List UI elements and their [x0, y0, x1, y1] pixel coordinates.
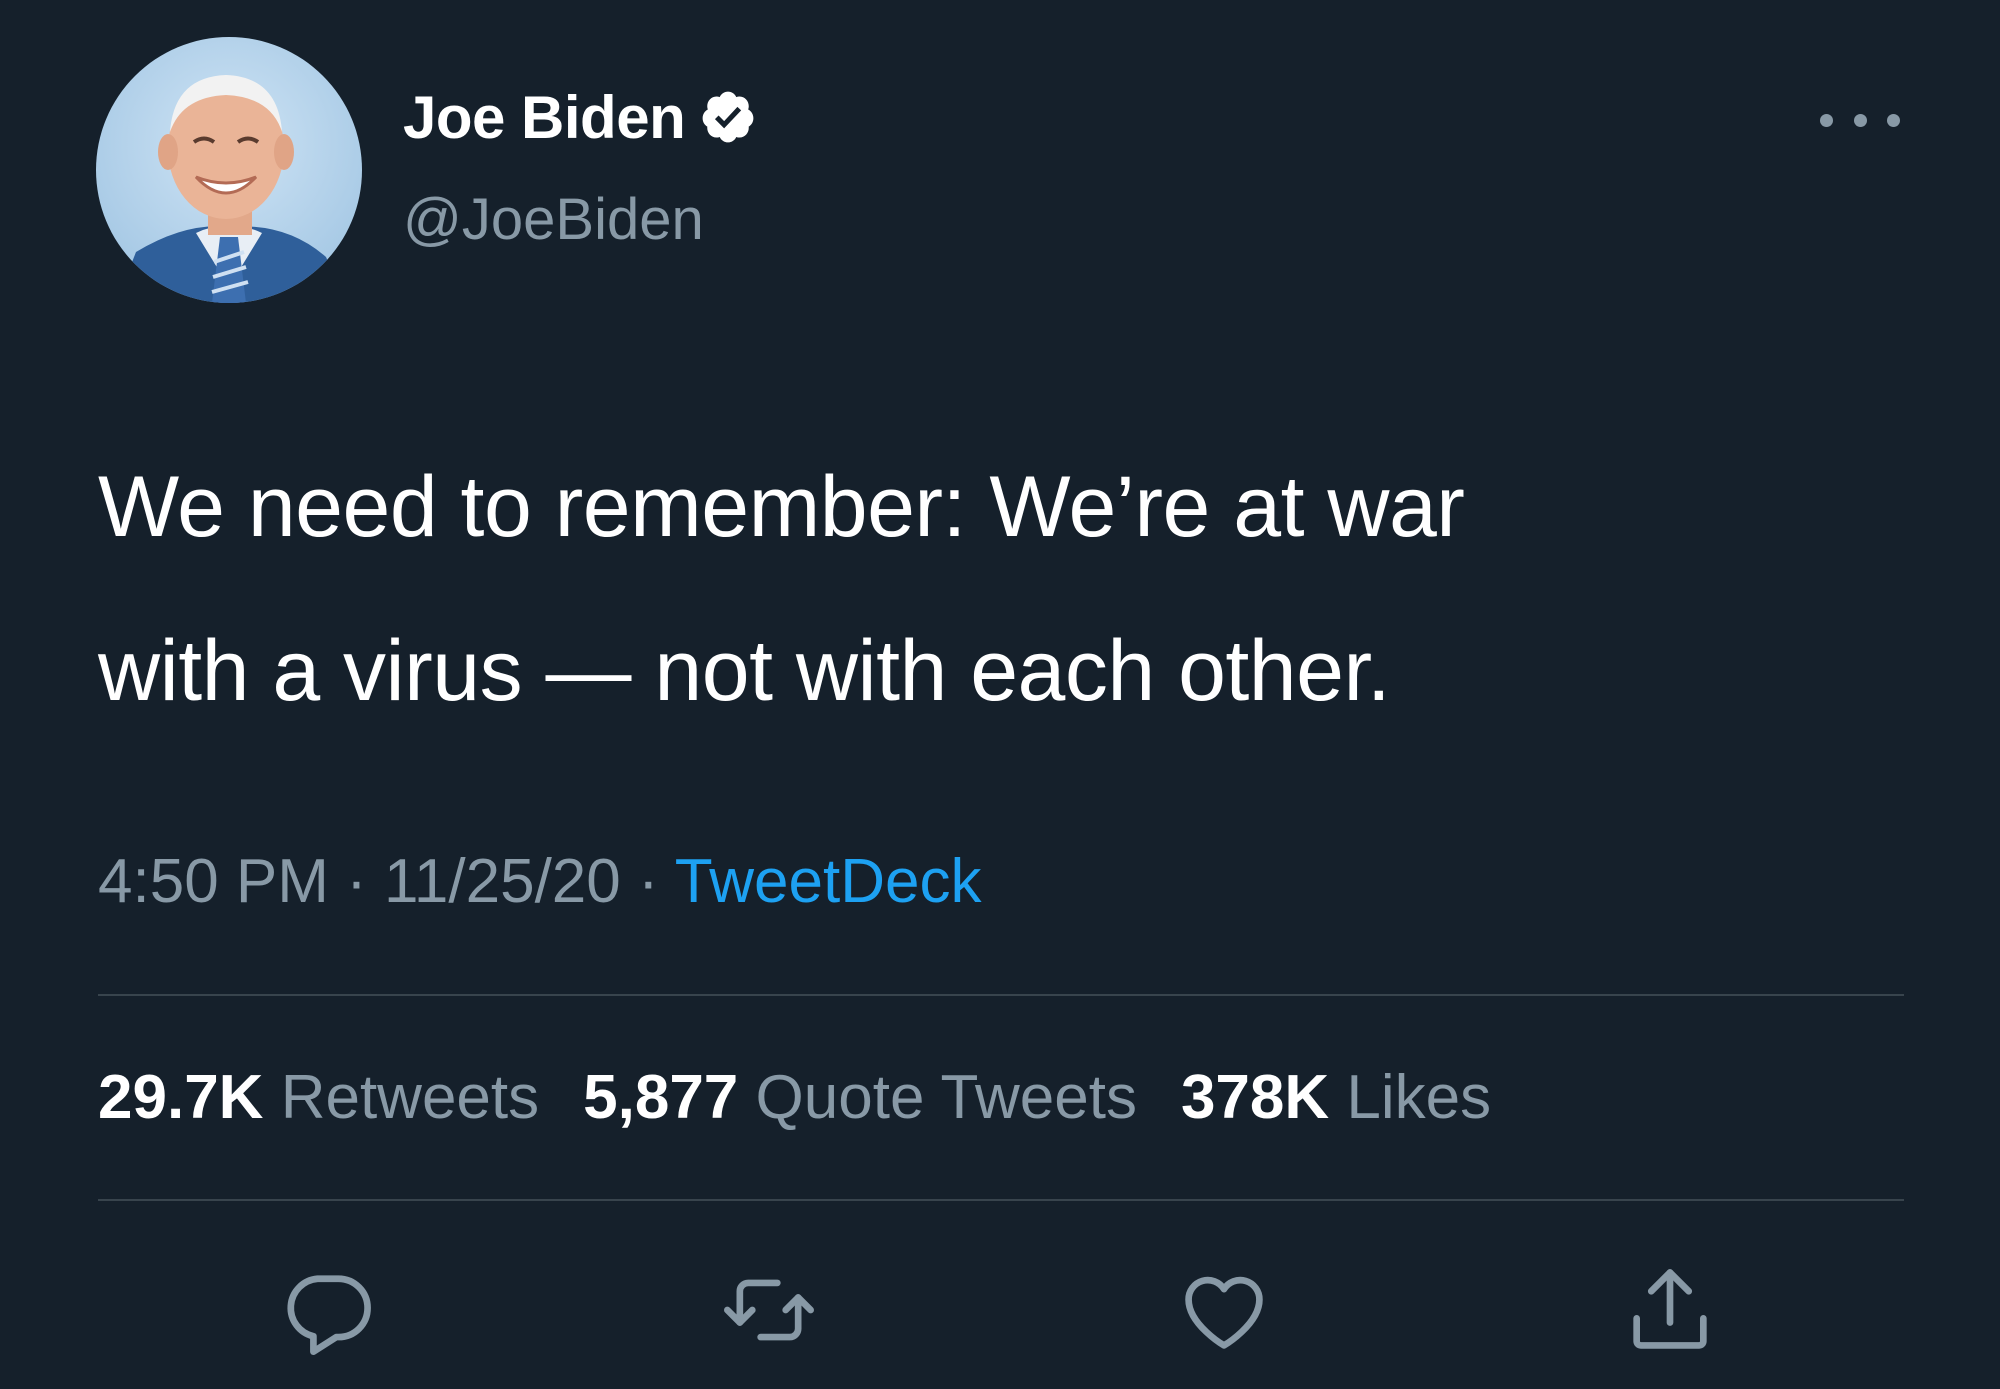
author-name-row[interactable]: Joe Biden	[403, 82, 757, 152]
author-display-name[interactable]: Joe Biden	[403, 83, 686, 152]
tweet-text-line: We need to remember: We’re at war	[98, 459, 1465, 555]
retweet-icon[interactable]	[719, 1260, 819, 1360]
retweets-label: Retweets	[280, 1063, 540, 1132]
tweet-time[interactable]: 4:50 PM	[98, 847, 329, 916]
more-options-icon[interactable]	[1820, 100, 1900, 140]
author-handle[interactable]: @JoeBiden	[403, 186, 704, 253]
meta-separator: ·	[346, 847, 367, 916]
likes-stat[interactable]: 378K Likes	[1181, 1063, 1491, 1132]
reply-icon[interactable]	[278, 1260, 378, 1360]
likes-label: Likes	[1346, 1063, 1492, 1132]
divider	[98, 1199, 1904, 1201]
retweets-count: 29.7K	[98, 1063, 264, 1132]
like-icon[interactable]	[1174, 1260, 1274, 1360]
likes-count: 378K	[1180, 1063, 1330, 1132]
divider	[98, 994, 1904, 996]
share-icon[interactable]	[1620, 1260, 1720, 1360]
quote-tweets-label: Quote Tweets	[755, 1063, 1137, 1132]
tweet-text-line: with a virus — not with each other.	[98, 623, 1391, 719]
tweet-detail: Joe Biden @JoeBiden We need to remember:…	[0, 0, 2000, 1389]
retweets-stat[interactable]: 29.7K Retweets	[98, 1063, 539, 1132]
avatar-image	[96, 37, 362, 303]
quote-tweets-stat[interactable]: 5,877 Quote Tweets	[583, 1063, 1137, 1132]
verified-badge-icon	[699, 88, 757, 146]
tweet-metadata: 4:50 PM · 11/25/20 · TweetDeck	[98, 846, 981, 917]
tweet-source-link[interactable]: TweetDeck	[675, 847, 982, 916]
meta-separator: ·	[638, 847, 659, 916]
tweet-stats: 29.7K Retweets 5,877 Quote Tweets 378K Lik…	[98, 1062, 1491, 1133]
avatar[interactable]	[96, 37, 362, 303]
tweet-text: We need to remember: We’re at war with a…	[98, 425, 1898, 753]
quote-tweets-count: 5,877	[583, 1063, 739, 1132]
tweet-date[interactable]: 11/25/20	[384, 847, 621, 916]
